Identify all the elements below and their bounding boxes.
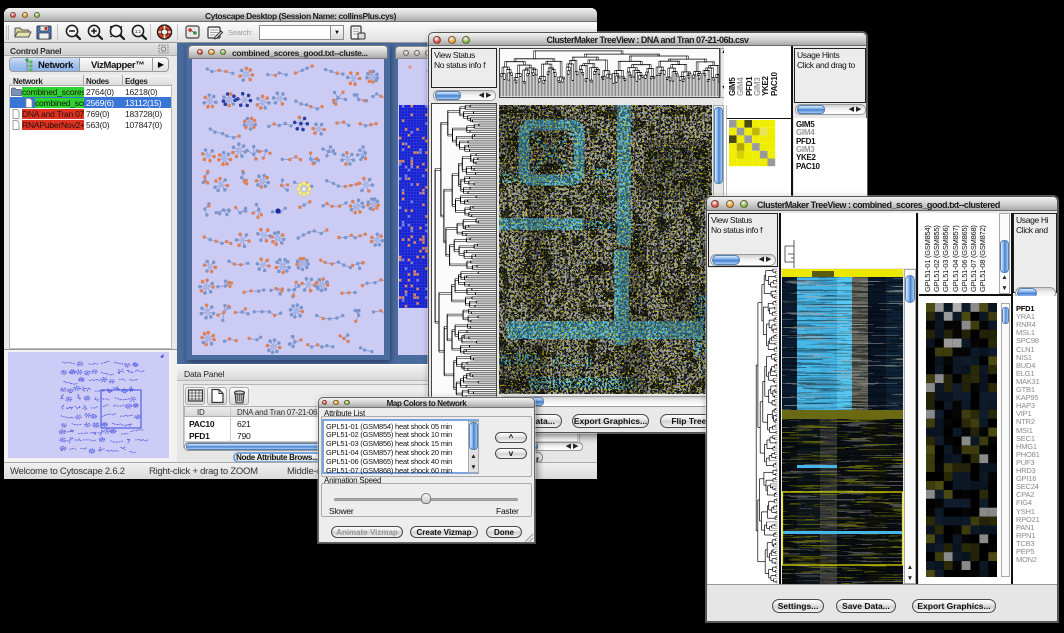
svg-text:1:1: 1:1 [135, 29, 142, 34]
